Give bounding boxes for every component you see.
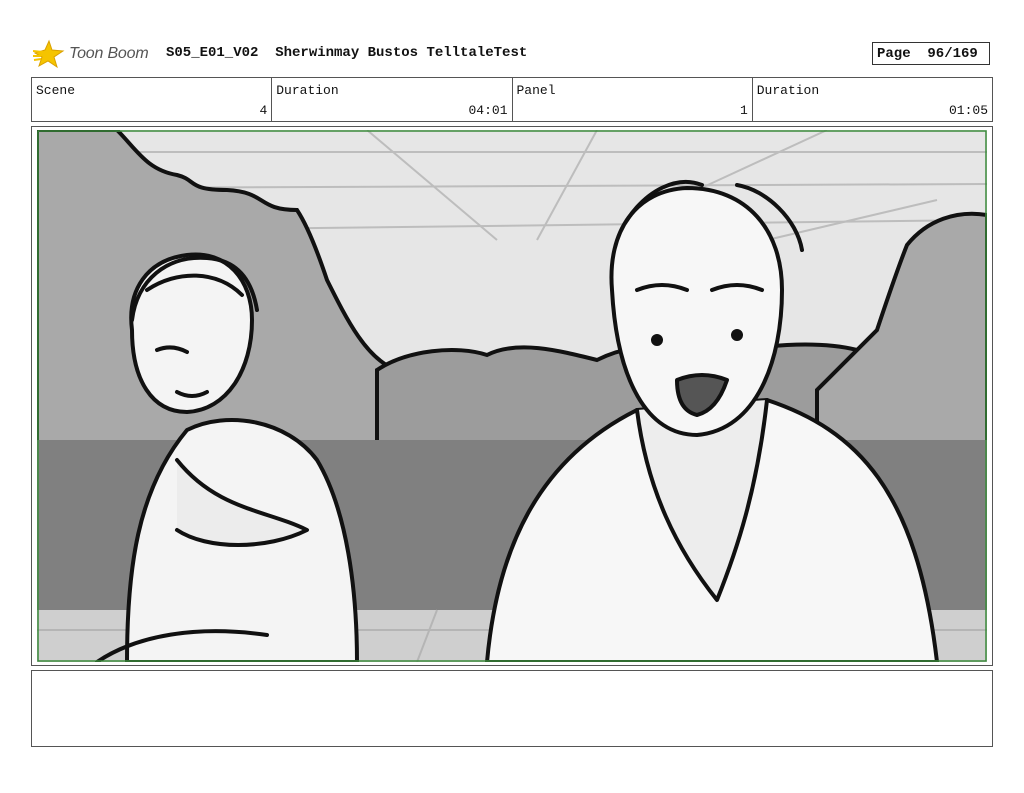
toon-boom-logo: Toon Boom bbox=[33, 38, 149, 70]
panel-cell: Panel 1 bbox=[513, 78, 753, 121]
page-indicator: Page 96/169 bbox=[872, 42, 990, 65]
panel-value: 1 bbox=[739, 103, 748, 118]
scene-cell: Scene 4 bbox=[32, 78, 273, 121]
scene-label: Scene bbox=[36, 83, 76, 98]
storyboard-title: S05_E01_V02 Sherwinmay Bustos TelltaleTe… bbox=[166, 45, 528, 61]
panel-duration-value: 01:05 bbox=[948, 103, 988, 118]
panel-label: Panel bbox=[516, 83, 556, 98]
panel-notes-box[interactable] bbox=[31, 670, 993, 747]
panel-sketch-image bbox=[37, 130, 987, 662]
toon-boom-star-icon bbox=[33, 39, 65, 69]
scene-duration-cell: Duration 04:01 bbox=[272, 78, 513, 121]
panel-duration-cell: Duration 01:05 bbox=[753, 78, 992, 121]
logo-text: Toon Boom bbox=[69, 45, 149, 62]
scene-duration-label: Duration bbox=[276, 83, 339, 98]
scene-value: 4 bbox=[259, 103, 268, 118]
scene-duration-value: 04:01 bbox=[468, 103, 508, 118]
panel-duration-label: Duration bbox=[756, 83, 820, 98]
scene-info-row: Scene 4 Duration 04:01 Panel 1 Duration … bbox=[31, 77, 993, 122]
storyboard-panel[interactable] bbox=[31, 126, 993, 666]
